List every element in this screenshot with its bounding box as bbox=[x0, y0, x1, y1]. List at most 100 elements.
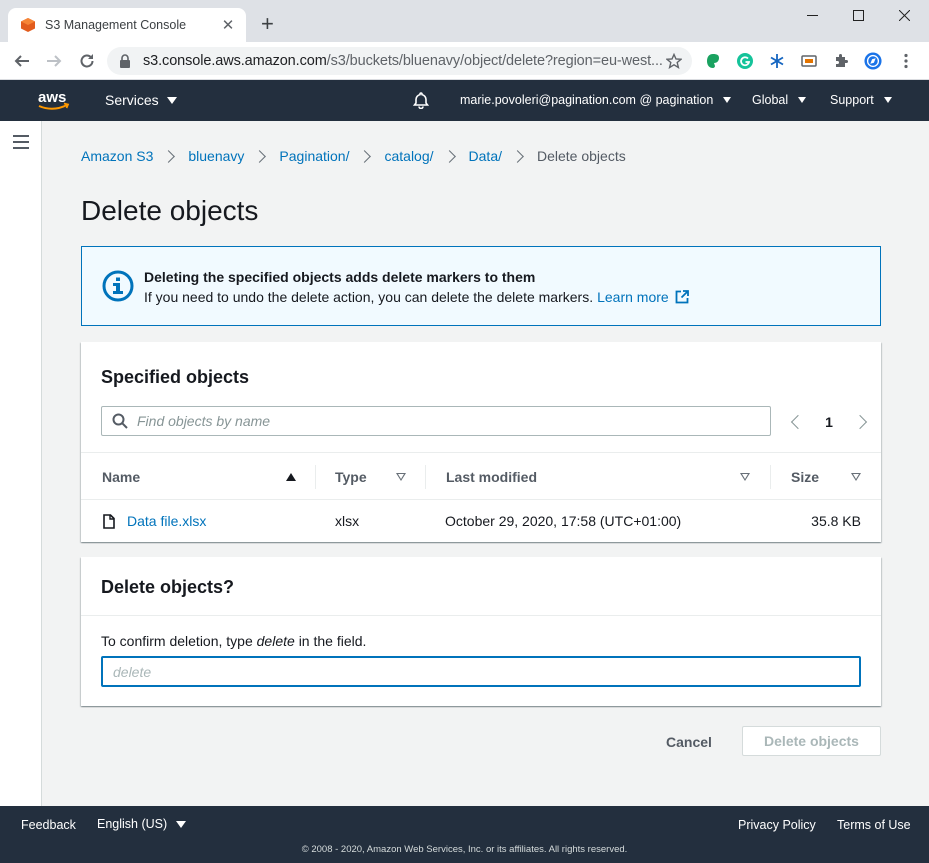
bookmark-star-icon[interactable] bbox=[666, 53, 682, 69]
object-link[interactable]: Data file.xlsx bbox=[127, 513, 206, 529]
region-label: Global bbox=[752, 93, 789, 107]
tab-title: S3 Management Console bbox=[45, 18, 187, 32]
evernote-extension-icon[interactable] bbox=[704, 52, 722, 70]
chevron-right-icon bbox=[253, 149, 267, 163]
breadcrumb-item-data[interactable]: Data/ bbox=[469, 148, 502, 164]
confirm-delete-panel: Delete objects? To confirm deletion, typ… bbox=[81, 557, 881, 706]
language-selector[interactable]: English (US) bbox=[97, 817, 187, 831]
address-bar[interactable]: s3.console.aws.amazon.com/s3/buckets/blu… bbox=[107, 47, 692, 75]
region-menu[interactable]: Global bbox=[752, 93, 807, 107]
confirm-header: Delete objects? bbox=[81, 557, 881, 616]
chevron-right-icon[interactable] bbox=[852, 414, 868, 430]
chevron-down-icon bbox=[166, 96, 177, 104]
instruction-pre: To confirm deletion, type bbox=[101, 633, 253, 649]
file-icon bbox=[103, 513, 115, 529]
info-alert: Deleting the specified objects adds dele… bbox=[81, 246, 881, 326]
s3-favicon-icon bbox=[21, 18, 35, 32]
column-header-size[interactable]: Size bbox=[791, 453, 819, 501]
maximize-icon[interactable] bbox=[835, 4, 881, 26]
pagination: 1 bbox=[789, 412, 869, 432]
menu-hamburger-icon[interactable] bbox=[13, 135, 29, 149]
url-text: s3.console.aws.amazon.com/s3/buckets/blu… bbox=[143, 53, 666, 69]
lock-icon bbox=[120, 54, 130, 68]
cancel-button[interactable]: Cancel bbox=[650, 728, 728, 756]
aws-logo-icon[interactable]: aws bbox=[37, 88, 71, 112]
notifications-bell-icon[interactable] bbox=[412, 91, 430, 109]
column-label: Type bbox=[335, 469, 367, 485]
snowflake-extension-icon[interactable] bbox=[768, 52, 786, 70]
sort-icon[interactable] bbox=[396, 473, 406, 481]
confirm-field[interactable] bbox=[101, 656, 861, 687]
alert-body-text: If you need to undo the delete action, y… bbox=[144, 289, 594, 305]
chevron-down-icon bbox=[723, 97, 732, 103]
forward-icon[interactable] bbox=[44, 51, 64, 71]
services-menu[interactable]: Services bbox=[105, 92, 177, 108]
confirm-heading: Delete objects? bbox=[101, 577, 235, 597]
chevron-down-icon bbox=[883, 97, 892, 103]
cell-size: 35.8 KB bbox=[811, 513, 861, 529]
language-label: English (US) bbox=[97, 817, 168, 831]
breadcrumb-current: Delete objects bbox=[537, 148, 626, 164]
specified-objects-panel: Specified objects 1 Name Type Last modif… bbox=[81, 342, 881, 542]
privacy-policy-link[interactable]: Privacy Policy bbox=[738, 818, 816, 832]
svg-text:aws: aws bbox=[38, 89, 66, 106]
external-link-icon[interactable] bbox=[675, 290, 689, 304]
browser-tab[interactable]: S3 Management Console ✕ bbox=[8, 8, 246, 42]
sort-ascending-icon[interactable] bbox=[286, 473, 296, 481]
side-navigation bbox=[0, 121, 42, 806]
reload-icon[interactable] bbox=[77, 51, 97, 71]
column-header-name[interactable]: Name bbox=[102, 453, 140, 501]
profile-avatar-icon[interactable] bbox=[864, 52, 882, 70]
search-field[interactable] bbox=[101, 406, 771, 436]
column-divider bbox=[425, 465, 426, 489]
account-menu[interactable]: marie.povoleri@pagination.com @ paginati… bbox=[460, 93, 732, 107]
account-label: marie.povoleri@pagination.com @ paginati… bbox=[460, 93, 714, 107]
new-tab-icon[interactable]: + bbox=[261, 13, 274, 35]
breadcrumb-item-bucket[interactable]: bluenavy bbox=[188, 148, 244, 164]
breadcrumb-item-catalog[interactable]: catalog/ bbox=[384, 148, 433, 164]
support-menu[interactable]: Support bbox=[830, 93, 892, 107]
services-label: Services bbox=[105, 92, 159, 108]
search-icon bbox=[112, 413, 128, 429]
page-number[interactable]: 1 bbox=[825, 414, 833, 430]
chevron-right-icon bbox=[511, 149, 524, 163]
breadcrumb: Amazon S3 bluenavy Pagination/ catalog/ … bbox=[81, 148, 626, 164]
chevron-right-icon bbox=[162, 149, 176, 163]
table-row: Data file.xlsx xlsx October 29, 2020, 17… bbox=[81, 500, 881, 542]
table-header: Name Type Last modified Size bbox=[81, 452, 881, 500]
minimize-icon[interactable] bbox=[789, 4, 835, 26]
cell-type: xlsx bbox=[335, 513, 360, 529]
alert-heading: Deleting the specified objects adds dele… bbox=[144, 269, 536, 285]
url-host: s3.console.aws.amazon.com bbox=[143, 53, 327, 69]
info-icon bbox=[102, 270, 134, 302]
learn-more-link[interactable]: Learn more bbox=[597, 289, 669, 305]
cell-last-modified: October 29, 2020, 17:58 (UTC+01:00) bbox=[445, 513, 682, 529]
window-close-icon[interactable] bbox=[881, 4, 927, 26]
breadcrumb-item-amazon-s3[interactable]: Amazon S3 bbox=[81, 148, 153, 164]
chevron-right-icon bbox=[358, 149, 372, 163]
chevron-left-icon[interactable] bbox=[790, 414, 806, 430]
sort-icon[interactable] bbox=[740, 473, 750, 481]
column-divider bbox=[770, 465, 771, 489]
terms-of-use-link[interactable]: Terms of Use bbox=[837, 818, 911, 832]
extensions-puzzle-icon[interactable] bbox=[832, 52, 850, 70]
sort-icon[interactable] bbox=[851, 473, 861, 481]
instruction-post: in the field. bbox=[298, 633, 367, 649]
panel-heading: Specified objects bbox=[101, 367, 250, 387]
search-input[interactable] bbox=[137, 413, 770, 429]
footer: Feedback English (US) Privacy Policy Ter… bbox=[0, 806, 929, 863]
support-label: Support bbox=[830, 93, 874, 107]
chevron-down-icon bbox=[176, 820, 187, 828]
cast-extension-icon[interactable] bbox=[800, 52, 818, 70]
column-header-last-modified[interactable]: Last modified bbox=[446, 453, 537, 501]
column-header-type[interactable]: Type bbox=[335, 453, 367, 501]
confirm-delete-input[interactable] bbox=[113, 663, 849, 680]
close-tab-icon[interactable]: ✕ bbox=[220, 16, 236, 34]
breadcrumb-item-pagination[interactable]: Pagination/ bbox=[279, 148, 349, 164]
grammarly-extension-icon[interactable] bbox=[736, 52, 754, 70]
aws-top-nav: aws Services marie.povoleri@pagination.c… bbox=[0, 80, 929, 121]
feedback-link[interactable]: Feedback bbox=[21, 818, 76, 832]
delete-objects-button[interactable]: Delete objects bbox=[742, 726, 881, 756]
browser-menu-icon[interactable] bbox=[897, 52, 915, 70]
back-icon[interactable] bbox=[12, 51, 32, 71]
